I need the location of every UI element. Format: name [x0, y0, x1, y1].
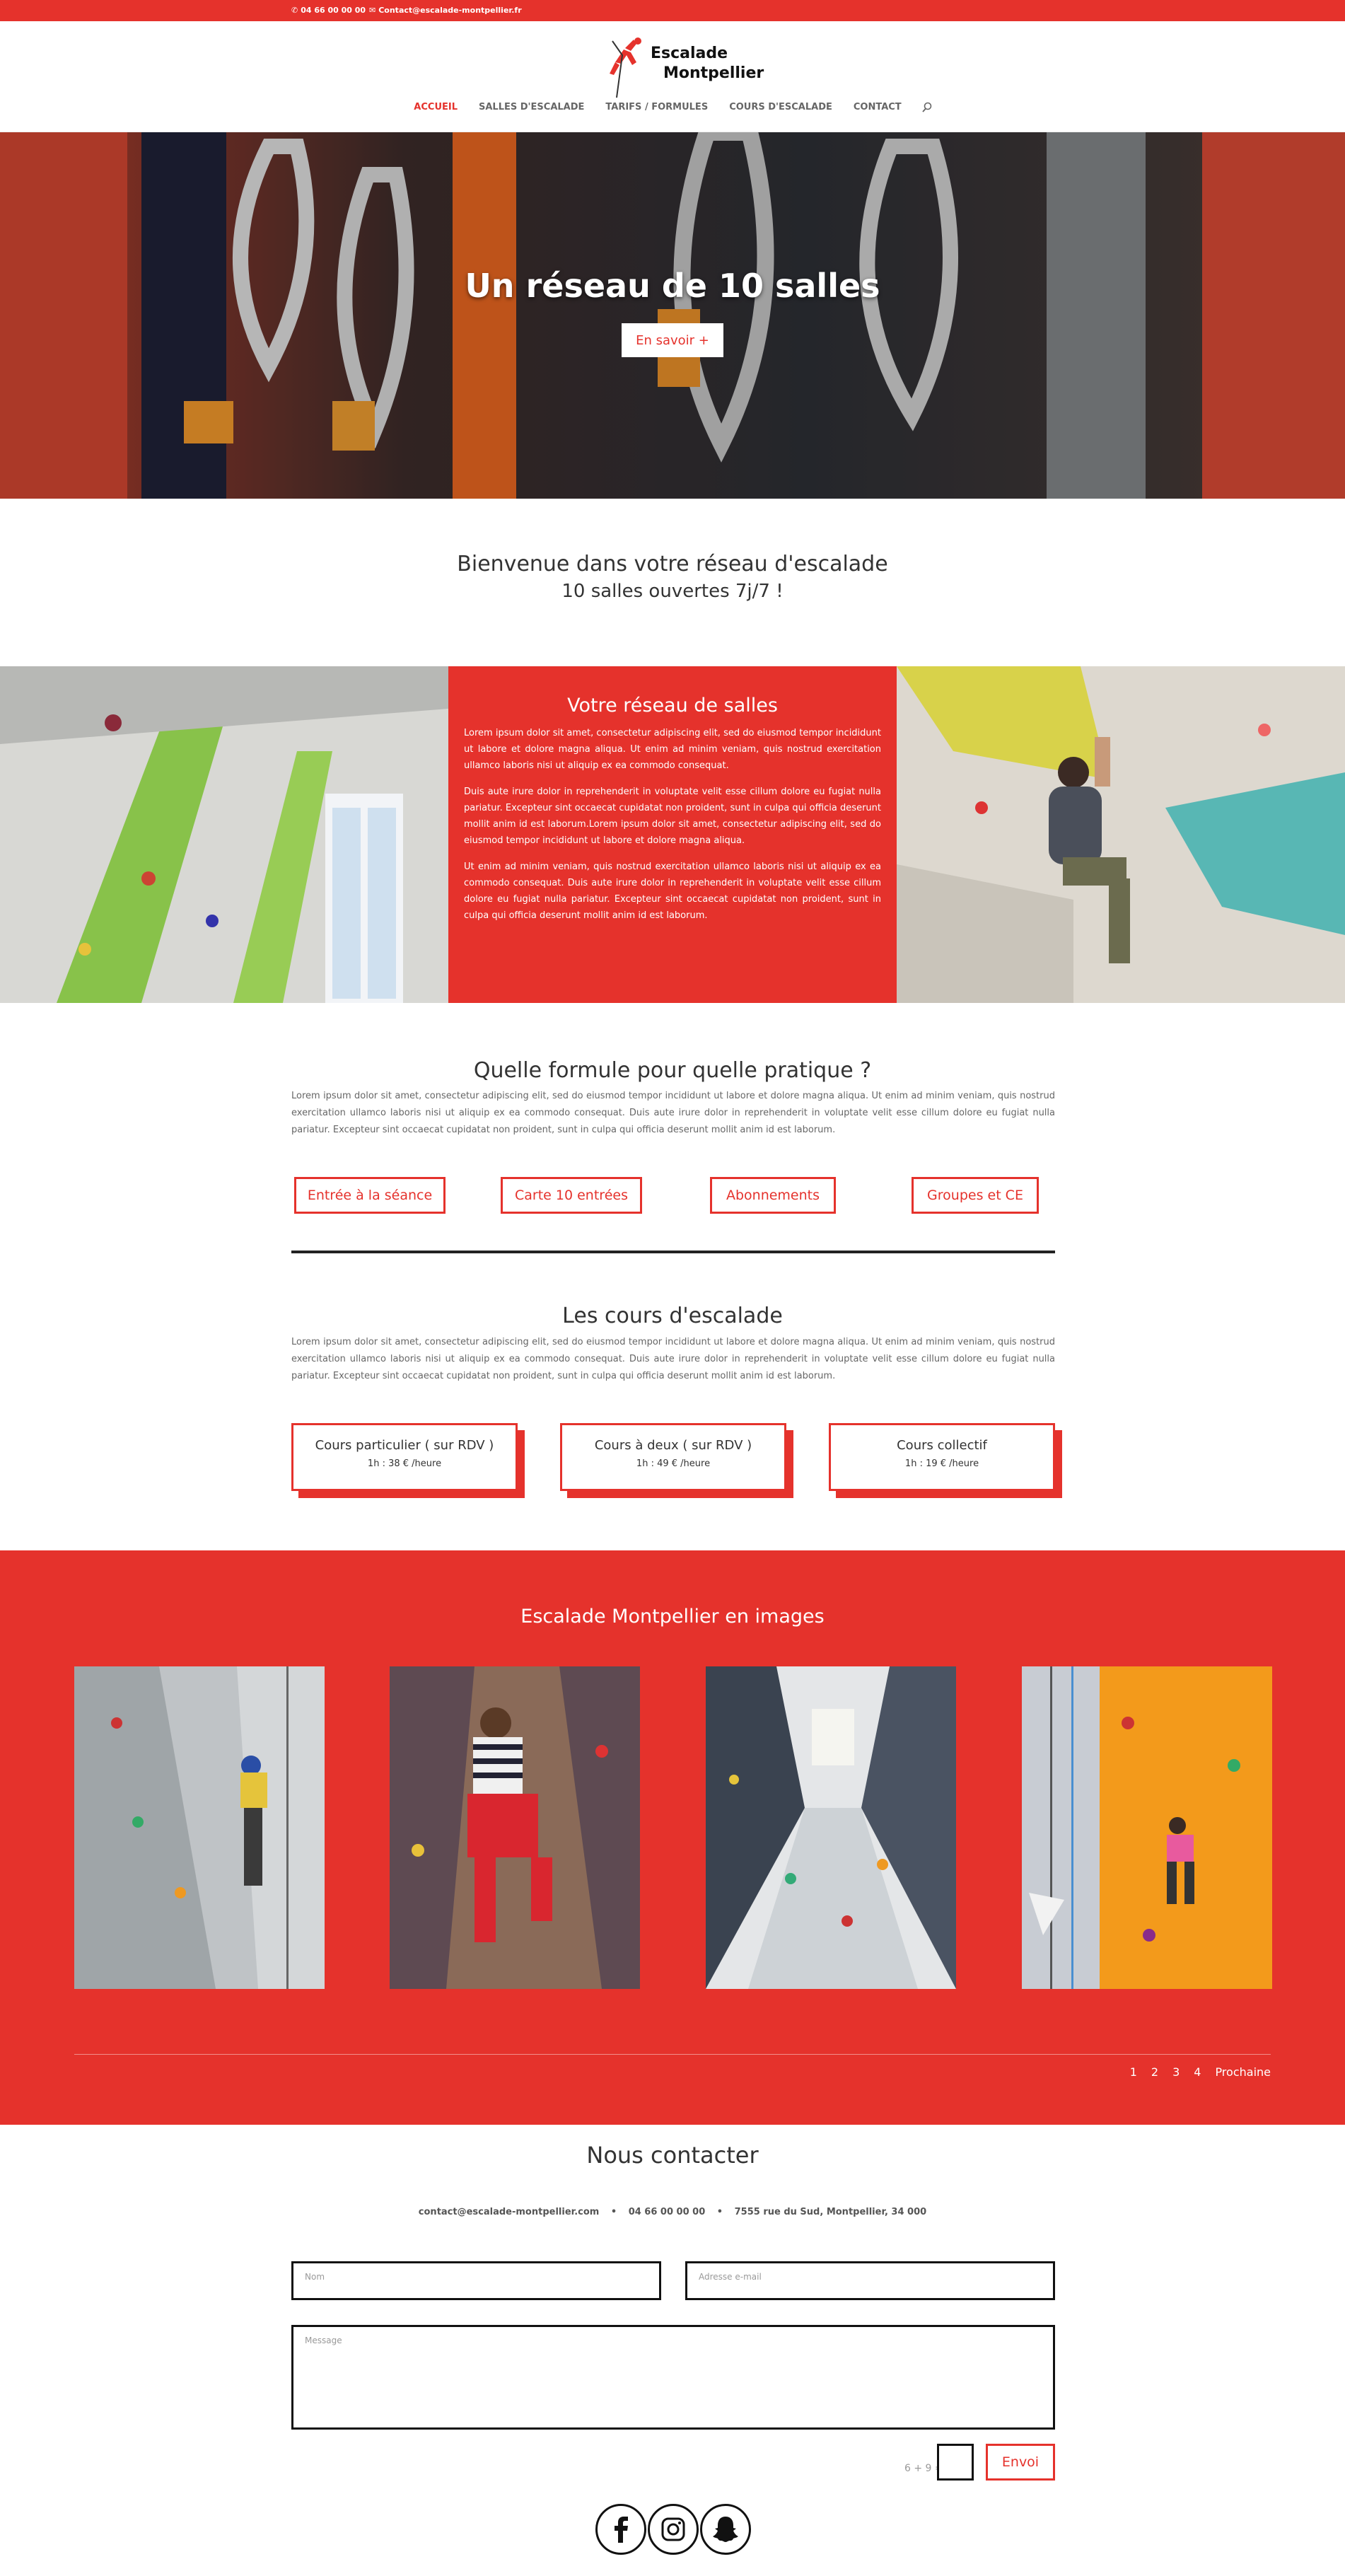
gallery-photo[interactable]	[74, 1666, 325, 1989]
nav-accueil[interactable]: ACCUEIL	[412, 102, 459, 113]
formules-text: Lorem ipsum dolor sit amet, consectetur …	[291, 1091, 1055, 1135]
cours-card[interactable]: Cours collectif 1h : 19 € /heure	[829, 1423, 1062, 1498]
gallery-photo[interactable]	[390, 1666, 640, 1989]
hero-carabiners-image	[0, 132, 1345, 499]
network-paragraph: Ut enim ad minim veniam, quis nostrud ex…	[464, 861, 881, 921]
welcome-section: Bienvenue dans votre réseau d'escalade 1…	[0, 552, 1345, 602]
hero-more-button[interactable]: En savoir +	[622, 323, 723, 357]
card-face: Cours particulier ( sur RDV ) 1h : 38 € …	[291, 1423, 518, 1491]
nav-salles[interactable]: SALLES D'ESCALADE	[477, 102, 586, 113]
network-paragraph: Lorem ipsum dolor sit amet, consectetur …	[464, 728, 881, 771]
contact-info: contact@escalade-montpellier.com • 04 66…	[0, 2207, 1345, 2217]
section-divider	[291, 1251, 1055, 1253]
email-placeholder: Adresse e-mail	[699, 2272, 762, 2282]
nav-tarifs[interactable]: TARIFS / FORMULES	[604, 102, 709, 113]
contact-title: Nous contacter	[586, 2142, 759, 2169]
gallery-divider	[74, 2054, 1271, 2055]
gallery-photo[interactable]	[1022, 1666, 1272, 1989]
card-face: Cours collectif 1h : 19 € /heure	[829, 1423, 1055, 1491]
card-title: Cours particulier ( sur RDV )	[315, 1438, 494, 1453]
welcome-title: Bienvenue dans votre réseau d'escalade	[457, 552, 888, 576]
top-bar: ✆ 04 66 00 00 00 ✉ Contact@escalade-mont…	[0, 0, 1345, 21]
message-field[interactable]: Message	[291, 2325, 1055, 2430]
cours-card[interactable]: Cours particulier ( sur RDV ) 1h : 38 € …	[291, 1423, 525, 1498]
captcha-input[interactable]	[937, 2444, 974, 2481]
network-title: Votre réseau de salles	[567, 695, 778, 716]
mail-icon: ✉	[369, 6, 376, 15]
cours-card[interactable]: Cours à deux ( sur RDV ) 1h : 49 € /heur…	[560, 1423, 793, 1498]
page-link[interactable]: 2	[1151, 2065, 1158, 2079]
hero-banner: Un réseau de 10 salles En savoir +	[0, 132, 1345, 499]
main-nav: ACCUEIL SALLES D'ESCALADE TARIFS / FORMU…	[0, 102, 1345, 113]
cours-text: Lorem ipsum dolor sit amet, consectetur …	[291, 1337, 1055, 1381]
card-price: 1h : 38 € /heure	[367, 1458, 442, 1469]
send-button[interactable]: Envoi	[986, 2444, 1055, 2481]
page-link[interactable]: 1	[1130, 2065, 1137, 2079]
hero-title: Un réseau de 10 salles	[465, 267, 880, 305]
climber-logo-icon	[610, 37, 641, 98]
snapchat-icon[interactable]	[700, 2504, 751, 2555]
separator: •	[610, 2207, 617, 2217]
card-price: 1h : 49 € /heure	[636, 1458, 711, 1469]
abonnements-button[interactable]: Abonnements	[710, 1177, 836, 1214]
search-icon[interactable]	[921, 102, 933, 113]
carte-10-button[interactable]: Carte 10 entrées	[501, 1177, 642, 1214]
facebook-icon[interactable]	[595, 2504, 646, 2555]
card-face: Cours à deux ( sur RDV ) 1h : 49 € /heur…	[560, 1423, 786, 1491]
network-text-block: Votre réseau de salles Lorem ipsum dolor…	[448, 666, 897, 1003]
name-placeholder: Nom	[305, 2272, 325, 2282]
topbar-email[interactable]: ✉ Contact@escalade-montpellier.fr	[369, 6, 522, 15]
gallery-photo[interactable]	[706, 1666, 956, 1989]
gallery-title: Escalade Montpellier en images	[520, 1606, 825, 1628]
contact-phone[interactable]: 04 66 00 00 00	[629, 2207, 706, 2217]
entree-seance-button[interactable]: Entrée à la séance	[294, 1177, 446, 1214]
phone-icon: ✆	[291, 6, 298, 15]
gallery-section: Escalade Montpellier en images 1 2 3 4 P…	[0, 1550, 1345, 2125]
formules-title: Quelle formule pour quelle pratique ?	[473, 1058, 872, 1083]
separator: •	[716, 2207, 723, 2217]
name-field[interactable]: Nom	[291, 2261, 661, 2300]
nav-cours[interactable]: COURS D'ESCALADE	[728, 102, 834, 113]
topbar-phone[interactable]: ✆ 04 66 00 00 00	[291, 6, 366, 15]
card-title: Cours à deux ( sur RDV )	[594, 1438, 752, 1453]
site-header: Escalade Montpellier ACCUEIL SALLES D'ES…	[0, 21, 1345, 132]
climbing-wall-image-left	[0, 666, 448, 1003]
nav-contact[interactable]: CONTACT	[852, 102, 903, 113]
climber-image-right	[897, 666, 1345, 1003]
topbar-email-text: Contact@escalade-montpellier.fr	[378, 6, 522, 15]
card-price: 1h : 19 € /heure	[904, 1458, 979, 1469]
groupes-ce-button[interactable]: Groupes et CE	[912, 1177, 1039, 1214]
contact-address: 7555 rue du Sud, Montpellier, 34 000	[734, 2207, 927, 2217]
site-logo[interactable]: Escalade Montpellier	[605, 34, 764, 100]
page-link[interactable]: 3	[1172, 2065, 1180, 2079]
message-placeholder: Message	[305, 2336, 342, 2345]
network-paragraph: Duis aute irure dolor in reprehenderit i…	[464, 787, 881, 846]
email-field[interactable]: Adresse e-mail	[685, 2261, 1055, 2300]
network-section: Votre réseau de salles Lorem ipsum dolor…	[0, 666, 1345, 1003]
gallery-pagination: 1 2 3 4 Prochaine	[1130, 2065, 1271, 2079]
instagram-icon[interactable]	[648, 2504, 699, 2555]
welcome-subtitle: 10 salles ouvertes 7j/7 !	[561, 581, 784, 602]
topbar-phone-text: 04 66 00 00 00	[301, 6, 366, 15]
logo-line-2: Montpellier	[663, 64, 764, 82]
logo-line-1: Escalade	[651, 45, 728, 62]
card-title: Cours collectif	[897, 1438, 987, 1453]
contact-email[interactable]: contact@escalade-montpellier.com	[419, 2207, 600, 2217]
page-link[interactable]: 4	[1194, 2065, 1201, 2079]
next-page-link[interactable]: Prochaine	[1215, 2065, 1271, 2079]
cours-title: Les cours d'escalade	[562, 1304, 783, 1328]
